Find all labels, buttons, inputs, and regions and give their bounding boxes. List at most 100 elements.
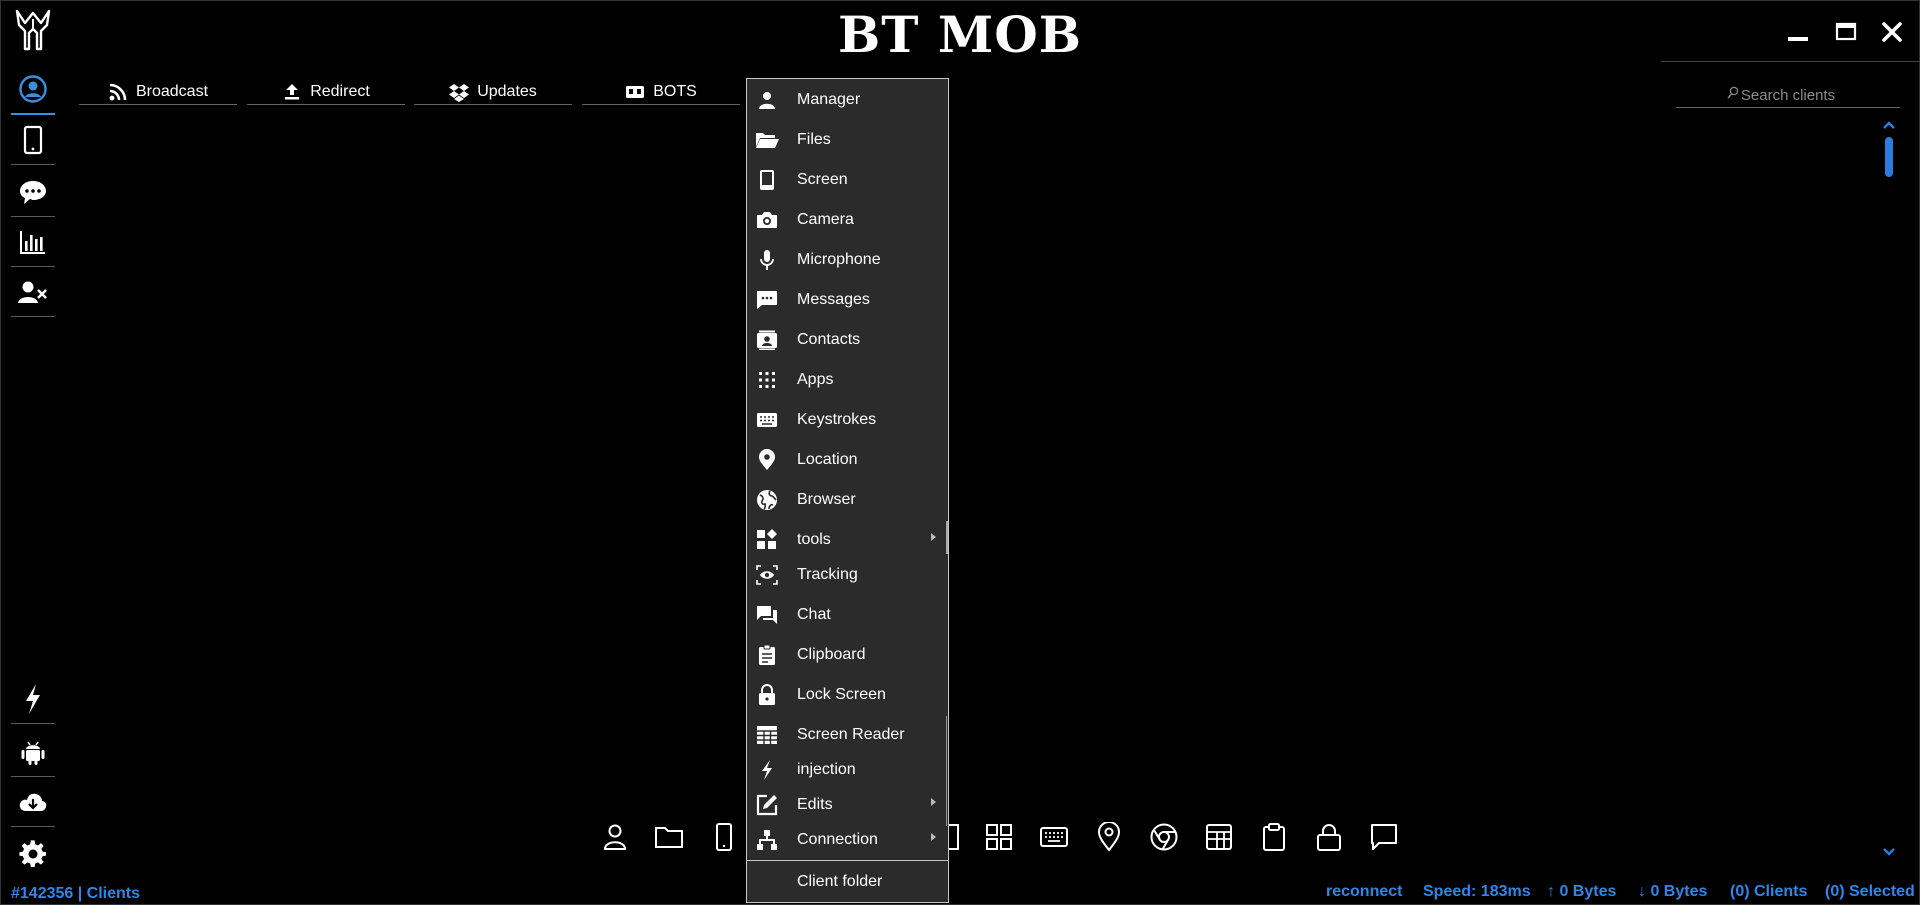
bottom-phone-icon[interactable] <box>706 819 742 855</box>
menu-item-screen[interactable]: Screen <box>747 162 948 198</box>
menu-item-apps[interactable]: Apps <box>747 362 948 398</box>
menu-edge-mark <box>946 716 947 826</box>
menu-item-label: Files <box>797 131 831 148</box>
close-button[interactable] <box>1875 15 1909 49</box>
menu-item-label: Apps <box>797 371 834 388</box>
menu-item-injection[interactable]: injection <box>747 752 948 788</box>
microphone-icon <box>753 248 781 272</box>
bar-chart-icon <box>20 230 45 254</box>
submenu-arrow-icon <box>931 833 936 841</box>
sidebar-item-android[interactable] <box>11 727 55 777</box>
bottom-folder-icon[interactable] <box>651 819 687 855</box>
menu-item-lock-screen[interactable]: Lock Screen <box>747 677 948 713</box>
camera-icon <box>753 208 781 232</box>
minimize-button[interactable] <box>1781 15 1815 49</box>
apps-grid-icon <box>753 368 781 392</box>
tab-bots[interactable]: BOTS <box>582 79 740 105</box>
sidebar-item-builder[interactable] <box>11 674 55 724</box>
rss-icon <box>109 83 127 100</box>
menu-item-tools[interactable]: tools <box>747 522 948 558</box>
menu-item-chat[interactable]: Chat <box>747 597 948 633</box>
title-divider <box>1661 61 1920 62</box>
tab-label: Updates <box>477 82 537 100</box>
bottom-apps-grid-icon[interactable] <box>981 819 1017 855</box>
sidebar-item-settings[interactable] <box>11 829 55 879</box>
sidebar-item-statistics[interactable] <box>11 217 55 267</box>
phone-icon <box>23 125 43 154</box>
folder-open-icon <box>753 128 781 152</box>
bolt-icon <box>753 758 781 782</box>
search-icon <box>1727 86 1739 100</box>
menu-item-location[interactable]: Location <box>747 442 948 478</box>
tab-label: Redirect <box>310 82 370 100</box>
scroll-up-arrow[interactable] <box>1881 119 1897 131</box>
tab-updates[interactable]: Updates <box>414 79 572 105</box>
menu-item-edits[interactable]: Edits <box>747 787 948 823</box>
chat-bubble-icon <box>20 180 46 204</box>
status-client-count: #142356 | Clients <box>11 885 140 902</box>
bottom-chat-icon[interactable] <box>1366 819 1402 855</box>
tab-broadcast[interactable]: Broadcast <box>79 79 237 105</box>
dropbox-icon <box>449 83 470 102</box>
menu-item-messages[interactable]: Messages <box>747 282 948 318</box>
user-circle-icon <box>19 75 47 103</box>
bottom-person-icon[interactable] <box>597 819 633 855</box>
menu-item-manager[interactable]: Manager <box>747 82 948 118</box>
menu-item-contacts[interactable]: Contacts <box>747 322 948 358</box>
forum-icon <box>753 603 781 627</box>
tab-redirect[interactable]: Redirect <box>247 79 405 105</box>
android-icon <box>21 741 45 765</box>
menu-item-label: Connection <box>797 831 878 848</box>
sidebar-item-download[interactable] <box>11 777 55 827</box>
sidebar-item-blocked[interactable] <box>11 267 55 317</box>
menu-item-screen-reader[interactable]: Screen Reader <box>747 717 948 753</box>
menu-item-microphone[interactable]: Microphone <box>747 242 948 278</box>
tab-label: BOTS <box>653 82 697 100</box>
widgets-icon <box>753 528 781 552</box>
bottom-lock-icon[interactable] <box>1311 819 1347 855</box>
menu-item-browser[interactable]: Browser <box>747 482 948 518</box>
bottom-location-pin-icon[interactable] <box>1091 819 1127 855</box>
menu-item-camera[interactable]: Camera <box>747 202 948 238</box>
menu-item-clipboard[interactable]: Clipboard <box>747 637 948 673</box>
phone-screen-icon <box>753 168 781 192</box>
sidebar-item-clients[interactable] <box>11 65 55 115</box>
menu-item-label: tools <box>797 531 831 548</box>
menu-item-label: Chat <box>797 606 831 623</box>
menu-item-files[interactable]: Files <box>747 122 948 158</box>
menu-item-client-folder[interactable]: Client folder <box>747 864 948 900</box>
maximize-button[interactable] <box>1829 15 1863 49</box>
bottom-chrome-icon[interactable] <box>1146 819 1182 855</box>
table-grid-icon <box>753 723 781 747</box>
sidebar-item-devices[interactable] <box>11 115 55 165</box>
contact-card-icon <box>753 328 781 352</box>
status-speed: Speed: 183ms <box>1423 883 1531 900</box>
sidebar-item-chat[interactable] <box>11 167 55 217</box>
scrollbar-thumb[interactable] <box>1885 137 1893 177</box>
scroll-down-arrow[interactable] <box>1881 846 1897 858</box>
menu-item-tracking[interactable]: Tracking <box>747 557 948 593</box>
bottom-clipboard-icon[interactable] <box>1256 819 1292 855</box>
status-upload: ↑ 0 Bytes <box>1547 883 1617 900</box>
menu-item-label: Client folder <box>797 873 883 890</box>
sms-icon <box>753 288 781 312</box>
user-remove-icon <box>18 281 47 303</box>
menu-item-label: Screen <box>797 171 848 188</box>
bottom-table-icon[interactable] <box>1201 819 1237 855</box>
status-download: ↓ 0 Bytes <box>1638 883 1708 900</box>
bottom-keyboard-icon[interactable] <box>1036 819 1072 855</box>
search-input[interactable] <box>1676 83 1900 108</box>
menu-item-keystrokes[interactable]: Keystrokes <box>747 402 948 438</box>
menu-item-label: injection <box>797 761 856 778</box>
menu-item-label: Manager <box>797 91 861 108</box>
menu-item-label: Contacts <box>797 331 861 348</box>
menu-item-label: Screen Reader <box>797 726 905 743</box>
eye-icon <box>753 563 781 587</box>
menu-item-connection[interactable]: Connection <box>747 822 948 858</box>
cloud-download-icon <box>19 793 47 811</box>
location-pin-icon <box>753 448 781 472</box>
menu-separator <box>747 860 948 861</box>
keyboard-icon <box>753 408 781 432</box>
menu-item-label: Lock Screen <box>797 686 886 703</box>
reconnect-link[interactable]: reconnect <box>1326 883 1402 901</box>
